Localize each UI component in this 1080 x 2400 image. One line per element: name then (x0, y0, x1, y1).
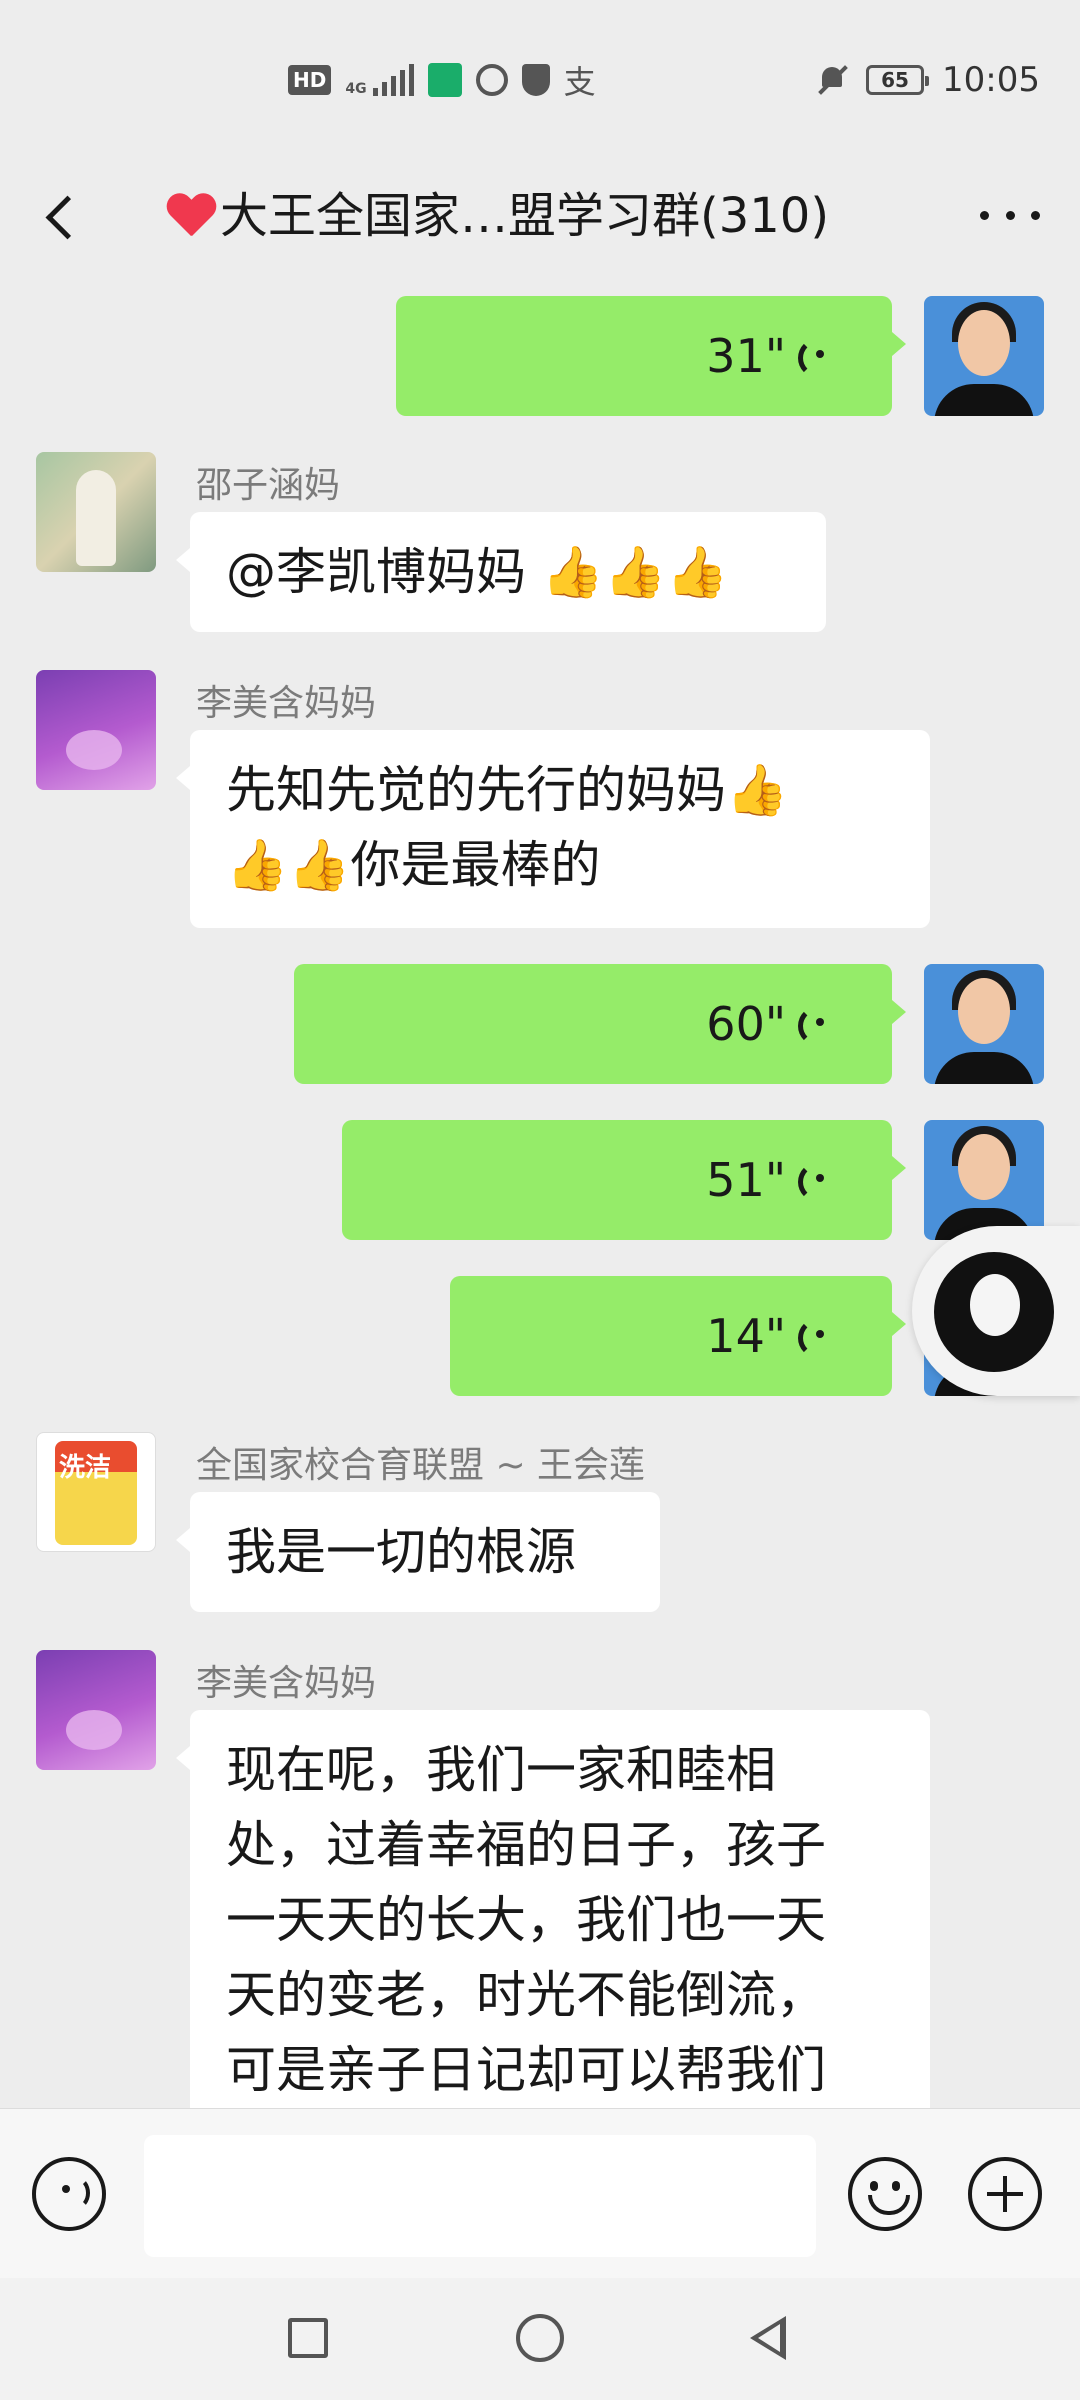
vpn-shield-icon (521, 64, 550, 96)
shield-app-icon (427, 63, 462, 97)
avatar[interactable]: 洗洁 (36, 1432, 156, 1552)
text-message[interactable]: @李凯博妈妈 👍👍👍 (176, 512, 826, 632)
home-icon[interactable] (516, 2314, 564, 2362)
signal-icon: 4G (345, 64, 414, 96)
voice-wave-icon (808, 1316, 838, 1356)
sender-name: 全国家校合育联盟 ~ 王会莲 (196, 1445, 646, 1486)
back-triangle-icon[interactable] (744, 2314, 792, 2362)
chat-header: 大王全国家…盟学习群(310) (0, 160, 1080, 270)
message-input[interactable] (144, 2135, 816, 2257)
avatar[interactable] (36, 670, 156, 790)
voice-message[interactable]: 31" (396, 296, 906, 416)
voice-message[interactable]: 51" (342, 1120, 906, 1240)
voice-wave-icon (808, 1160, 838, 1200)
hd-icon: HD (288, 65, 332, 95)
battery-icon: 65 (866, 65, 930, 95)
text-message[interactable]: 我是一切的根源 (176, 1492, 660, 1612)
avatar[interactable] (924, 1120, 1044, 1240)
plus-icon[interactable] (968, 2157, 1042, 2231)
heart-icon (166, 194, 216, 238)
avatar[interactable] (924, 296, 1044, 416)
avatar[interactable] (924, 964, 1044, 1084)
voice-message[interactable]: 14" (450, 1276, 906, 1396)
clock: 10:05 (942, 60, 1040, 100)
more-icon[interactable] (980, 200, 1040, 230)
mute-bell-icon (816, 63, 848, 97)
emoji-icon[interactable] (848, 2157, 922, 2231)
status-left-icons: HD 4G 支 (288, 58, 596, 102)
status-bar: HD 4G 支 65 10:05 (0, 0, 1080, 160)
sender-name: 李美含妈妈 (196, 1663, 377, 1704)
input-bar (0, 2108, 1080, 2279)
voice-wave-icon (808, 1004, 838, 1044)
portrait-icon (934, 1252, 1054, 1372)
chat-title: 大王全国家…盟学习群(310) (166, 186, 886, 246)
voice-input-icon[interactable] (32, 2157, 106, 2231)
floating-window-button[interactable] (912, 1226, 1080, 1396)
voice-wave-icon (808, 336, 838, 376)
sender-name: 邵子涵妈 (196, 465, 341, 506)
alipay-icon: 支 (563, 63, 596, 101)
status-right-icons: 65 10:05 (816, 58, 1040, 102)
globe-icon (475, 64, 508, 96)
system-navigation-bar (0, 2278, 1080, 2400)
back-arrow-icon[interactable] (40, 188, 94, 242)
recent-apps-icon[interactable] (288, 2318, 328, 2358)
sender-name: 李美含妈妈 (196, 683, 377, 724)
text-message[interactable]: 现在呢，我们一家和睦相 处，过着幸福的日子，孩子 一天天的长大，我们也一天 天的… (176, 1710, 930, 2130)
avatar[interactable] (36, 1650, 156, 1770)
avatar[interactable] (36, 452, 156, 572)
text-message[interactable]: 先知先觉的先行的妈妈👍 👍👍你是最棒的 (176, 730, 930, 928)
voice-message[interactable]: 60" (294, 964, 906, 1084)
